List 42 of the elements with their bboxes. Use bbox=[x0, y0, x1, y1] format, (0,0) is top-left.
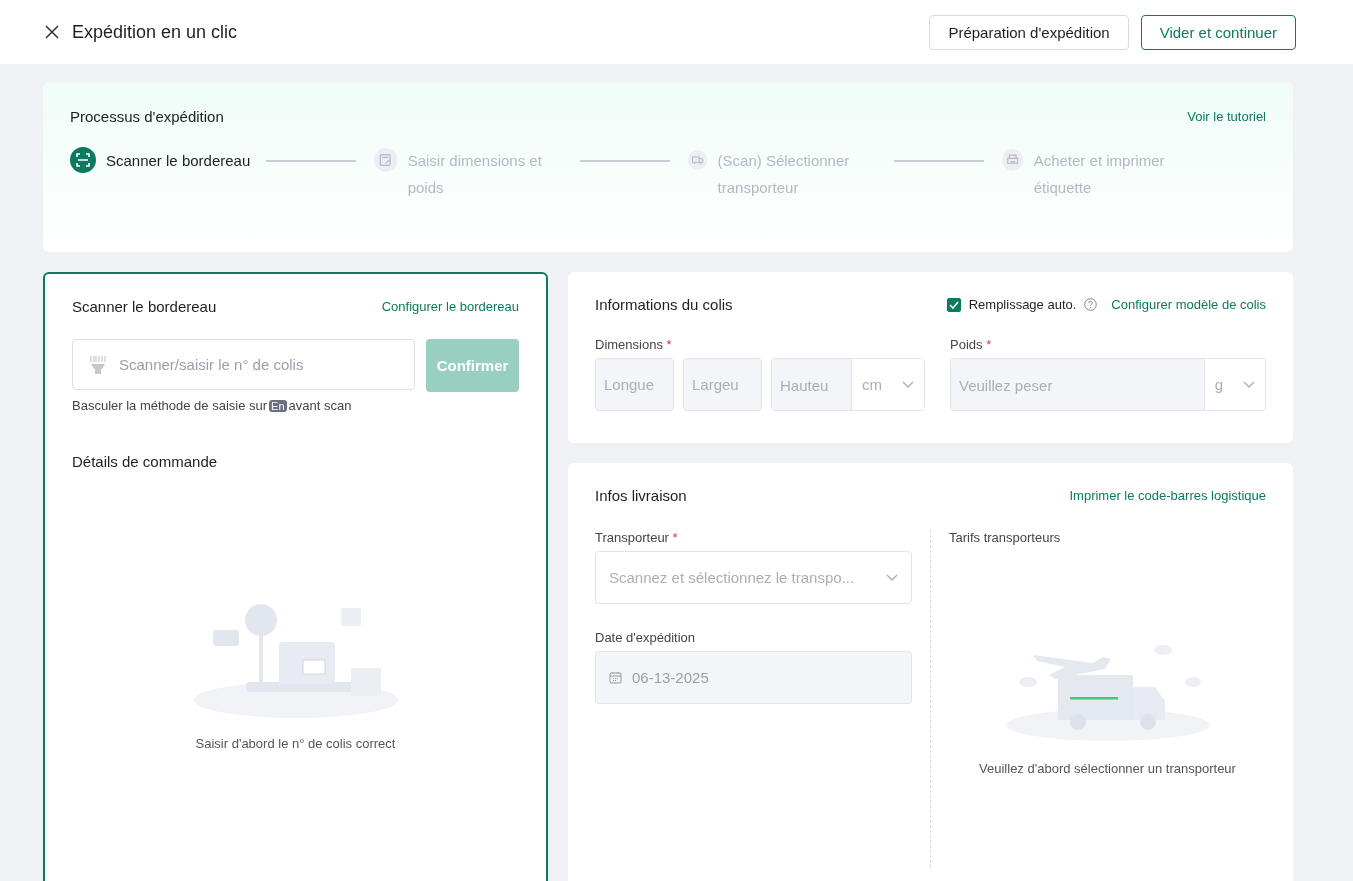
header-button[interactable]: Vider et continuer bbox=[1140, 14, 1296, 50]
key-badge: En bbox=[269, 399, 287, 412]
hint-text: Basculer la méthode de saisie sur bbox=[72, 398, 268, 413]
section-label: Tarifs transporteurs bbox=[949, 530, 1061, 545]
template-link[interactable]: Configurer modèle de colis bbox=[1111, 297, 1266, 312]
header-button[interactable]: Préparation d'expédition bbox=[929, 14, 1129, 50]
chevron-down-icon bbox=[886, 573, 898, 582]
step-label: (Scan) Sélectionner transporteur bbox=[717, 151, 851, 198]
barcode-scanner-icon bbox=[87, 353, 109, 376]
printer-step-icon bbox=[1002, 147, 1024, 173]
hint-text: avant scan bbox=[288, 398, 352, 413]
field-label: Poids * bbox=[950, 337, 993, 352]
carrier-select[interactable]: Scannez et sélectionnez le transpo... bbox=[595, 551, 912, 604]
empty-message: Veuillez d'abord sélectionner un transporteur bbox=[979, 761, 1236, 776]
date-field[interactable]: 06-13-2025 bbox=[595, 651, 912, 704]
edit-step-icon bbox=[374, 147, 398, 173]
step-label: Acheter et imprimer étiquette bbox=[1033, 151, 1166, 198]
panel-title: Infos livraison bbox=[595, 487, 687, 504]
empty-message: Saisir d'abord le n° de colis correct bbox=[195, 736, 396, 751]
parcel-number-field[interactable]: Scanner/saisir le n° de colis bbox=[72, 339, 415, 390]
length-field[interactable]: Longue bbox=[595, 358, 674, 411]
field-label: Transporteur * bbox=[595, 530, 679, 545]
page-title: Expédition en un clic bbox=[72, 21, 239, 43]
panel-title: Informations du colis bbox=[595, 296, 733, 313]
field-label: Dimensions * bbox=[595, 337, 673, 352]
configure-link[interactable]: Configurer le bordereau bbox=[381, 299, 519, 314]
process-title: Processus d'expédition bbox=[70, 108, 224, 125]
close-icon[interactable] bbox=[44, 24, 60, 40]
panel-title: Scanner le bordereau bbox=[72, 298, 217, 315]
calendar-icon bbox=[609, 671, 622, 684]
step-label: Saisir dimensions et poids bbox=[407, 151, 543, 198]
width-field[interactable]: Largeu bbox=[683, 358, 762, 411]
truck-step-icon bbox=[688, 147, 708, 173]
checkbox-label: Remplissage auto. bbox=[968, 297, 1077, 312]
field-label: Date d'expédition bbox=[595, 630, 697, 645]
help-icon[interactable] bbox=[1084, 298, 1098, 311]
print-barcode-link[interactable]: Imprimer le code-barres logistique bbox=[1069, 488, 1266, 503]
tutorial-link[interactable]: Voir le tutoriel bbox=[1187, 109, 1266, 124]
step-label: Scanner le bordereau bbox=[106, 151, 251, 171]
section-title: Détails de commande bbox=[72, 453, 219, 470]
scan-step-icon bbox=[70, 147, 96, 173]
auto-fill-checkbox[interactable] bbox=[946, 297, 961, 312]
